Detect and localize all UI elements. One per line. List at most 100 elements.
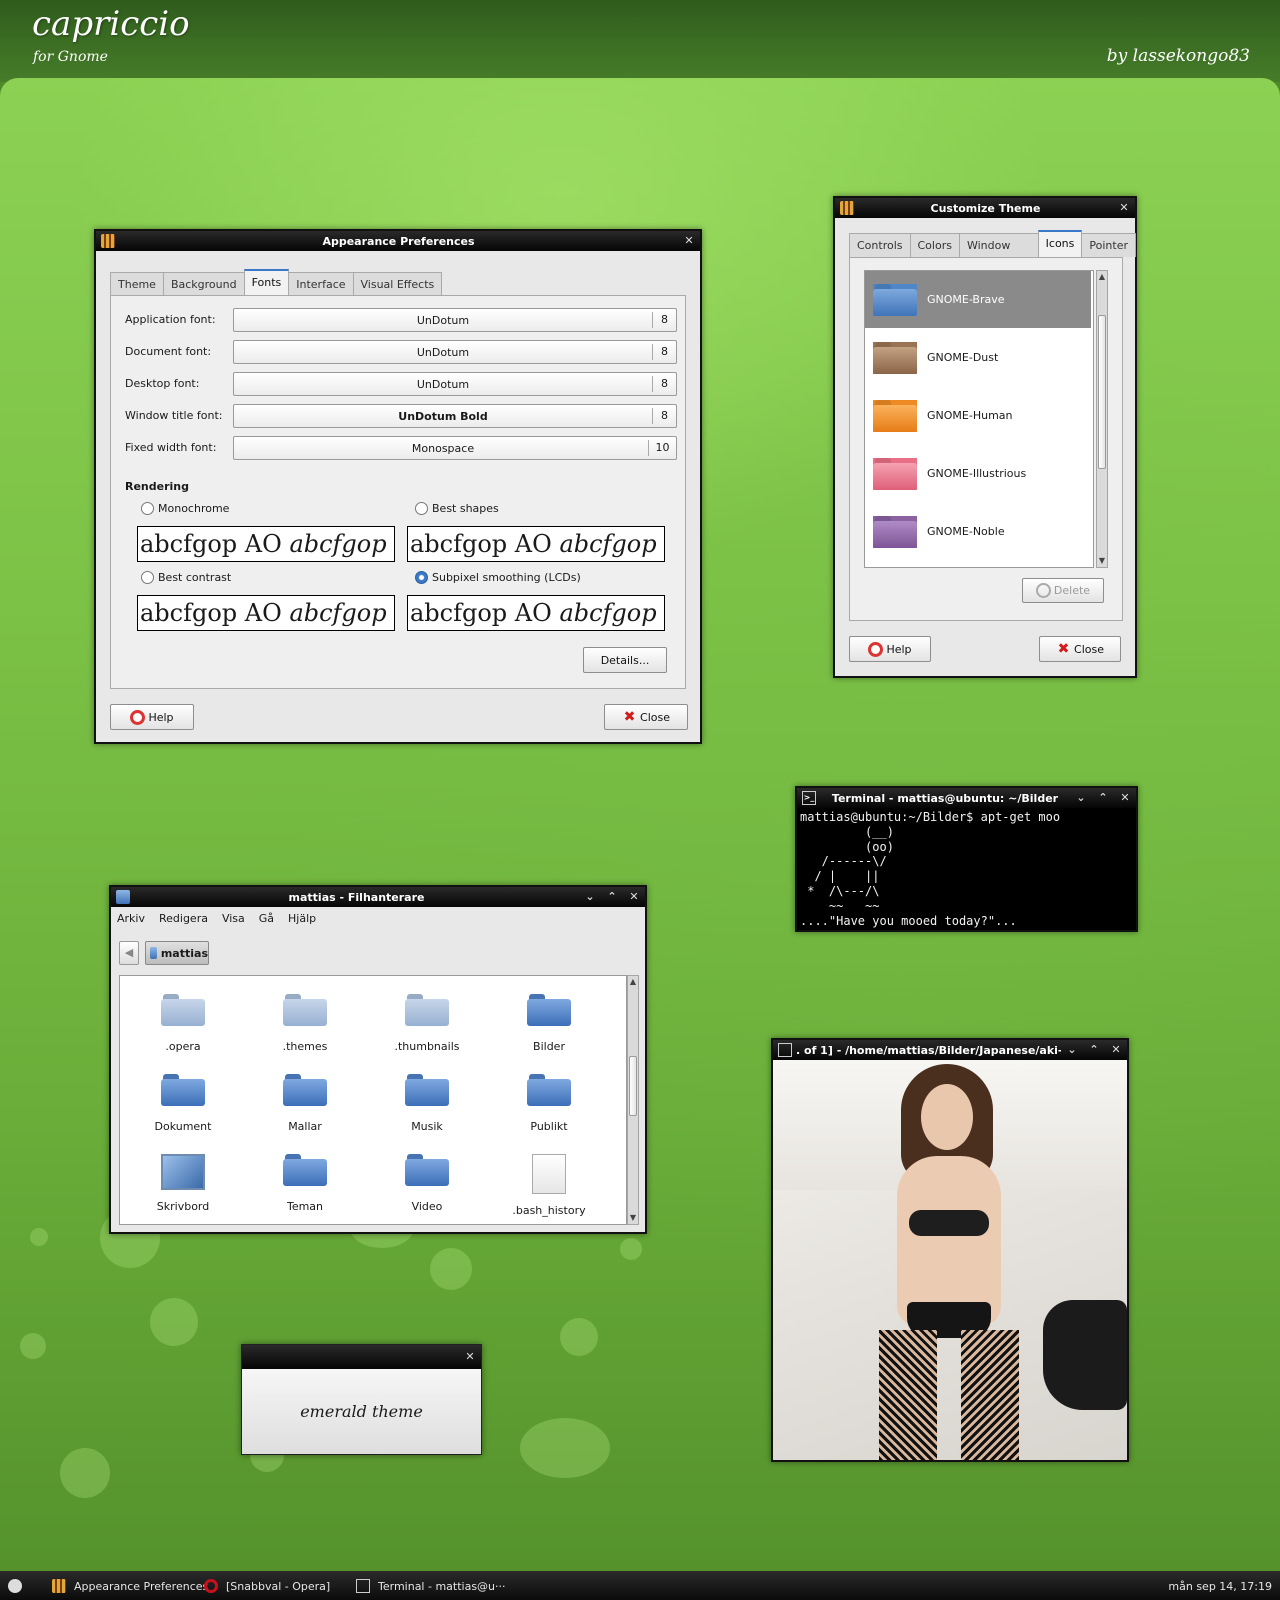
details-button[interactable]: Details... xyxy=(583,647,667,673)
list-item-gnome-human[interactable]: GNOME-Human xyxy=(865,387,1091,444)
tab-fonts[interactable]: Fonts xyxy=(243,269,290,296)
file-item[interactable]: Dokument xyxy=(128,1074,238,1133)
icon-theme-name: GNOME-Noble xyxy=(927,525,1005,538)
maximize-icon[interactable]: ⌃ xyxy=(1083,1040,1105,1060)
desktop-icon xyxy=(161,1154,205,1190)
terminal-output[interactable]: mattias@ubuntu:~/Bilder$ apt-get moo (__… xyxy=(797,808,1136,930)
taskbar-item-appearance[interactable]: Appearance Preferences xyxy=(52,1577,208,1595)
file-item[interactable]: Mallar xyxy=(250,1074,360,1133)
window-titlebar[interactable]: ✕ xyxy=(242,1345,481,1369)
file-view[interactable]: .opera .themes .thumbnails Bilder Dokume… xyxy=(119,975,627,1225)
maximize-icon[interactable]: ⌃ xyxy=(1092,788,1114,808)
gnome-menu-button[interactable] xyxy=(8,1577,30,1595)
file-item[interactable]: .themes xyxy=(250,994,360,1053)
maximize-icon[interactable]: ⌃ xyxy=(601,887,623,907)
list-item-gnome-dust[interactable]: GNOME-Dust xyxy=(865,329,1091,386)
tab-theme[interactable]: Theme xyxy=(110,272,164,296)
window-titlebar[interactable]: mattias - Filhanterare ⌄ ⌃ ✕ xyxy=(111,887,645,907)
list-item-gnome-brave[interactable]: GNOME-Brave xyxy=(865,271,1091,328)
window-titlebar[interactable]: >_ Terminal - mattias@ubuntu: ~/Bilder ⌄… xyxy=(797,788,1136,808)
file-view-scrollbar[interactable]: ▲ ▼ xyxy=(627,975,639,1225)
scrollbar-thumb[interactable] xyxy=(629,1056,637,1116)
icon-theme-name: GNOME-Human xyxy=(927,409,1013,422)
window-titlebar[interactable]: Appearance Preferences ✕ xyxy=(96,231,700,251)
radio-best-shapes[interactable]: Best shapes xyxy=(415,502,499,515)
customize-tabs: Controls Colors Window Border Icons Poin… xyxy=(849,230,1136,276)
file-item[interactable]: .thumbnails xyxy=(372,994,482,1053)
close-label: Close xyxy=(640,710,670,724)
file-item[interactable]: .bash_history xyxy=(494,1154,604,1217)
radio-button[interactable] xyxy=(141,502,154,515)
radio-subpixel-smoothing[interactable]: Subpixel smoothing (LCDs) xyxy=(415,571,581,584)
menu-ga[interactable]: Gå xyxy=(259,912,274,925)
application-font-button[interactable]: UnDotum 8 xyxy=(233,308,677,332)
terminal-line: (oo) xyxy=(800,839,894,854)
close-icon[interactable]: ✕ xyxy=(1114,788,1136,808)
window-titlebar[interactable]: Customize Theme ✕ xyxy=(835,198,1135,218)
tab-icons[interactable]: Icons xyxy=(1037,230,1083,257)
scroll-down-icon[interactable]: ▼ xyxy=(628,1212,638,1224)
taskbar-item-terminal[interactable]: Terminal - mattias@u··· xyxy=(356,1577,506,1595)
document-font-button[interactable]: UnDotum 8 xyxy=(233,340,677,364)
file-item[interactable]: Video xyxy=(372,1154,482,1213)
menu-visa[interactable]: Visa xyxy=(222,912,245,925)
tab-background[interactable]: Background xyxy=(162,272,245,296)
font-row-label: Window title font: xyxy=(125,409,223,422)
radio-button[interactable] xyxy=(415,571,428,584)
scroll-up-icon[interactable]: ▲ xyxy=(628,976,638,988)
close-button[interactable]: ✖ Close xyxy=(1039,636,1121,662)
minimize-icon[interactable]: ⌄ xyxy=(1070,788,1092,808)
scroll-down-icon[interactable]: ▼ xyxy=(1097,555,1107,567)
scroll-up-icon[interactable]: ▲ xyxy=(1097,271,1107,283)
list-item-gnome-noble[interactable]: GNOME-Noble xyxy=(865,503,1091,560)
help-button[interactable]: Help xyxy=(849,636,931,662)
file-item[interactable]: Bilder xyxy=(494,994,604,1053)
taskbar-item-opera[interactable]: [Snabbval - Opera] xyxy=(204,1577,330,1595)
tab-window-border[interactable]: Window Border xyxy=(958,233,1039,276)
close-icon[interactable]: ✕ xyxy=(678,231,700,251)
icon-list-scrollbar[interactable]: ▲ ▼ xyxy=(1096,270,1108,568)
radio-button[interactable] xyxy=(141,571,154,584)
tab-interface[interactable]: Interface xyxy=(288,272,354,296)
delete-button[interactable]: Delete xyxy=(1022,578,1104,603)
close-icon[interactable]: ✕ xyxy=(1113,198,1135,218)
help-button[interactable]: Help xyxy=(110,704,194,730)
close-icon[interactable]: ✕ xyxy=(623,887,645,907)
tab-colors[interactable]: Colors xyxy=(909,233,960,257)
minimize-icon[interactable]: ⌄ xyxy=(579,887,601,907)
list-item-gnome-illustrious[interactable]: GNOME-Illustrious xyxy=(865,445,1091,502)
desktop-font-button[interactable]: UnDotum 8 xyxy=(233,372,677,396)
window-titlebar[interactable]: . of 1] - /home/mattias/Bilder/Japanese/… xyxy=(773,1040,1127,1060)
terminal-line: (__) xyxy=(800,824,894,839)
fixed-width-font-button[interactable]: Monospace 10 xyxy=(233,436,677,460)
radio-button[interactable] xyxy=(415,502,428,515)
window-title-font-button[interactable]: UnDotum Bold 8 xyxy=(233,404,677,428)
tab-visual-effects[interactable]: Visual Effects xyxy=(352,272,443,296)
back-arrow-icon[interactable]: ◀ xyxy=(119,941,139,965)
scrollbar-thumb[interactable] xyxy=(1098,315,1106,469)
location-button-home[interactable]: mattias xyxy=(145,941,209,965)
clock[interactable]: mån sep 14, 17:19 xyxy=(1168,1577,1272,1595)
emerald-window: ✕ emerald theme xyxy=(241,1344,482,1455)
minimize-icon[interactable]: ⌄ xyxy=(1061,1040,1083,1060)
icons-panel: GNOME-Brave GNOME-Dust GNOME-Human GNOME… xyxy=(849,257,1123,621)
radio-monochrome[interactable]: Monochrome xyxy=(141,502,229,515)
tab-controls[interactable]: Controls xyxy=(849,233,911,257)
menu-redigera[interactable]: Redigera xyxy=(159,912,208,925)
file-item[interactable]: Skrivbord xyxy=(128,1154,238,1213)
icon-theme-list[interactable]: GNOME-Brave GNOME-Dust GNOME-Human GNOME… xyxy=(864,270,1094,568)
close-icon[interactable]: ✕ xyxy=(459,1347,481,1367)
file-item[interactable]: Musik xyxy=(372,1074,482,1133)
file-item[interactable]: Teman xyxy=(250,1154,360,1213)
font-size: 8 xyxy=(652,344,676,360)
tab-pointer[interactable]: Pointer xyxy=(1081,233,1136,257)
radio-best-contrast[interactable]: Best contrast xyxy=(141,571,231,584)
file-item[interactable]: .opera xyxy=(128,994,238,1053)
file-item[interactable]: Publikt xyxy=(494,1074,604,1133)
close-icon[interactable]: ✕ xyxy=(1105,1040,1127,1060)
task-label: Terminal - mattias@u··· xyxy=(378,1579,506,1593)
menu-arkiv[interactable]: Arkiv xyxy=(117,912,145,925)
folder-icon xyxy=(283,1154,327,1190)
close-button[interactable]: ✖ Close xyxy=(604,704,688,730)
menu-hjalp[interactable]: Hjälp xyxy=(288,912,316,925)
